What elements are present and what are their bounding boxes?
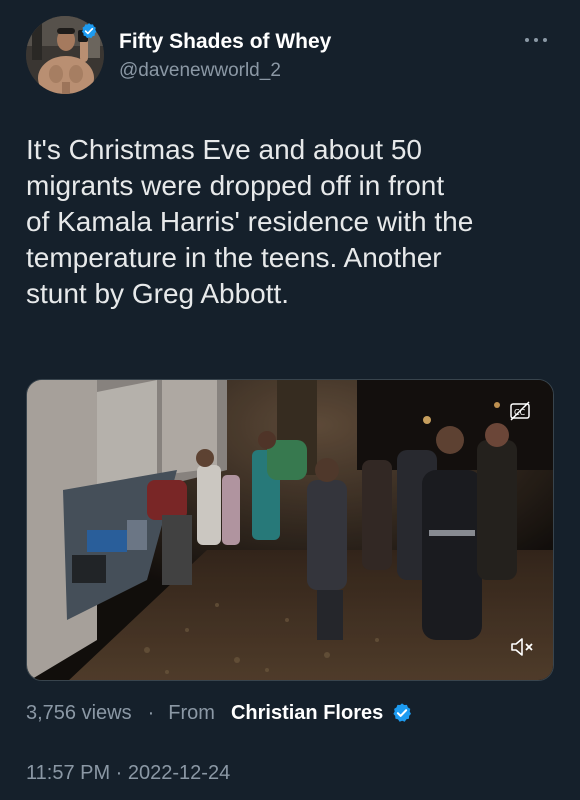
author-handle[interactable]: @davenewworld_2 (119, 60, 281, 82)
source-account-link[interactable]: Christian Flores (231, 702, 383, 725)
more-horizontal-icon[interactable] (522, 32, 550, 48)
avatar-verified-badge-icon (81, 23, 97, 39)
video-frame (27, 380, 553, 680)
view-count: 3,756 views (26, 701, 132, 724)
author-display-name[interactable]: Fifty Shades of Whey (119, 30, 331, 54)
tweet-card: Fifty Shades of Whey @davenewworld_2 It'… (0, 0, 580, 800)
from-label: From (168, 701, 215, 724)
video-player[interactable]: CC (26, 379, 554, 681)
tweet-text: It's Christmas Eve and about 50 migrants… (26, 134, 474, 309)
tweet-timestamp[interactable]: 11:57 PM · 2022-12-24 (26, 762, 230, 785)
muted-speaker-icon[interactable] (509, 636, 535, 658)
closed-captions-icon[interactable]: CC (509, 400, 531, 422)
meta-separator: · (147, 701, 155, 724)
tweet-meta-row: 3,756 views · From Christian Flores (26, 700, 413, 726)
verified-badge-icon (393, 703, 412, 722)
